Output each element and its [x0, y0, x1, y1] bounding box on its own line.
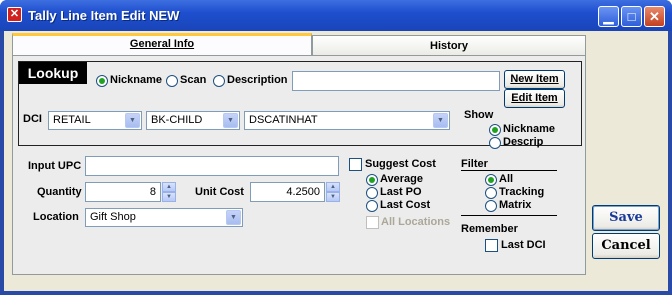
- input-upc-label: Input UPC: [28, 160, 82, 172]
- dci-label: DCI: [23, 113, 42, 125]
- unit-cost-stepper[interactable]: ▲ ▼: [326, 182, 340, 202]
- radio-description[interactable]: [213, 75, 225, 87]
- radio-nickname-label: Nickname: [110, 74, 162, 86]
- lookup-group: Lookup Nickname Scan Description New Ite…: [18, 61, 582, 149]
- radio-show-nickname[interactable]: [489, 124, 501, 136]
- new-item-button[interactable]: New Item: [504, 70, 565, 89]
- radio-filter-matrix-label: Matrix: [499, 199, 532, 211]
- dialog-window: ✕ Tally Line Item Edit NEW ▁ □ ✕ General…: [0, 0, 672, 295]
- tab-strip: General Info History: [12, 33, 586, 55]
- last-dci-label: Last DCI: [501, 239, 546, 251]
- radio-last-cost-label: Last Cost: [380, 199, 431, 211]
- remember-divider: [461, 215, 557, 216]
- maximize-icon[interactable]: □: [621, 6, 642, 27]
- quantity-stepper[interactable]: ▲ ▼: [162, 182, 176, 202]
- tab-general-info[interactable]: General Info: [12, 33, 312, 55]
- dci-department-select[interactable]: RETAIL ▼: [48, 111, 142, 130]
- lookup-search-input[interactable]: [292, 71, 500, 91]
- radio-filter-all-label: All: [499, 173, 514, 185]
- radio-scan[interactable]: [166, 75, 178, 87]
- spin-down-icon[interactable]: ▼: [326, 192, 340, 202]
- all-locations-label: All Locations: [381, 216, 451, 228]
- unit-cost-field[interactable]: 4.2500: [250, 182, 325, 202]
- radio-filter-tracking-label: Tracking: [499, 186, 545, 198]
- location-label: Location: [33, 211, 79, 223]
- chevron-down-icon[interactable]: ▼: [223, 113, 238, 128]
- location-select[interactable]: Gift Shop ▼: [85, 208, 243, 227]
- dci-category-select[interactable]: BK-CHILD ▼: [146, 111, 240, 130]
- radio-average[interactable]: [366, 174, 378, 186]
- radio-filter-tracking[interactable]: [485, 187, 497, 199]
- radio-last-po[interactable]: [366, 187, 378, 199]
- chevron-down-icon[interactable]: ▼: [226, 210, 241, 225]
- quantity-field[interactable]: 8: [85, 182, 161, 202]
- radio-last-cost[interactable]: [366, 200, 378, 212]
- radio-description-label: Description: [227, 74, 288, 86]
- dci-item-value: DSCATINHAT: [249, 114, 318, 126]
- all-locations-checkbox[interactable]: [366, 216, 379, 229]
- remember-label: Remember: [461, 223, 518, 235]
- dialog-client: General Info History Lookup Nickname Sca…: [4, 31, 668, 291]
- radio-filter-all[interactable]: [485, 174, 497, 186]
- input-upc-field[interactable]: [85, 156, 339, 176]
- close-icon[interactable]: ✕: [644, 6, 665, 27]
- radio-average-label: Average: [380, 173, 424, 185]
- window-title: Tally Line Item Edit NEW: [28, 8, 180, 23]
- dci-category-value: BK-CHILD: [151, 114, 203, 126]
- filter-label: Filter: [461, 158, 488, 170]
- radio-scan-label: Scan: [180, 74, 207, 86]
- chevron-down-icon[interactable]: ▼: [433, 113, 448, 128]
- radio-show-descrip[interactable]: [489, 137, 501, 149]
- radio-show-descrip-label: Descrip: [503, 136, 544, 148]
- spin-down-icon[interactable]: ▼: [162, 192, 176, 202]
- app-icon[interactable]: ✕: [7, 7, 22, 22]
- last-dci-checkbox[interactable]: [485, 239, 498, 252]
- radio-nickname[interactable]: [96, 75, 108, 87]
- spin-up-icon[interactable]: ▲: [326, 182, 340, 192]
- filter-divider: [461, 170, 557, 171]
- dci-department-value: RETAIL: [53, 114, 91, 126]
- radio-show-nickname-label: Nickname: [503, 123, 555, 135]
- minimize-icon[interactable]: ▁: [598, 6, 619, 27]
- suggest-cost-checkbox[interactable]: [349, 158, 362, 171]
- title-bar[interactable]: ✕ Tally Line Item Edit NEW ▁ □ ✕: [0, 0, 672, 31]
- quantity-label: Quantity: [37, 186, 82, 198]
- unit-cost-label: Unit Cost: [195, 186, 244, 198]
- spin-up-icon[interactable]: ▲: [162, 182, 176, 192]
- save-button[interactable]: Save: [592, 205, 660, 231]
- chevron-down-icon[interactable]: ▼: [125, 113, 140, 128]
- cancel-button[interactable]: Cancel: [592, 233, 660, 259]
- tab-history[interactable]: History: [312, 35, 586, 55]
- lookup-title: Lookup: [19, 62, 87, 84]
- general-info-panel: Lookup Nickname Scan Description New Ite…: [12, 55, 586, 275]
- show-label: Show: [464, 109, 494, 121]
- radio-last-po-label: Last PO: [380, 186, 422, 198]
- dci-item-select[interactable]: DSCATINHAT ▼: [244, 111, 450, 130]
- location-value: Gift Shop: [90, 211, 136, 223]
- edit-item-button[interactable]: Edit Item: [504, 89, 565, 108]
- suggest-cost-label: Suggest Cost: [365, 158, 436, 170]
- radio-filter-matrix[interactable]: [485, 200, 497, 212]
